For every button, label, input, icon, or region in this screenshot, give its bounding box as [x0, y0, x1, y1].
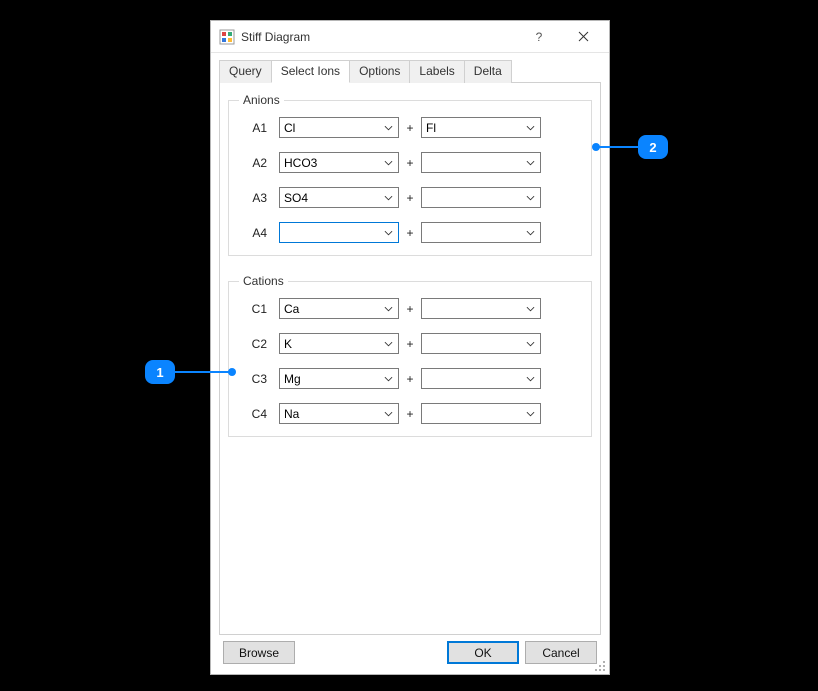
plus-label: +	[399, 372, 421, 386]
chevron-down-icon	[380, 125, 396, 131]
plus-label: +	[399, 156, 421, 170]
chevron-down-icon	[522, 195, 538, 201]
c4-primary-combo[interactable]: Na	[279, 403, 399, 424]
button-bar: Browse OK Cancel	[219, 635, 601, 666]
row-label: C4	[239, 407, 279, 421]
c2-secondary-combo[interactable]	[421, 333, 541, 354]
chevron-down-icon	[522, 411, 538, 417]
plus-label: +	[399, 337, 421, 351]
callout-dot	[228, 368, 236, 376]
chevron-down-icon	[522, 306, 538, 312]
row-label: A2	[239, 156, 279, 170]
chevron-down-icon	[380, 160, 396, 166]
browse-button[interactable]: Browse	[223, 641, 295, 664]
tab-delta[interactable]: Delta	[464, 60, 512, 83]
chevron-down-icon	[380, 230, 396, 236]
anion-row-a1: A1 Cl + Fl	[239, 117, 581, 138]
cation-row-c4: C4 Na +	[239, 403, 581, 424]
tab-labels[interactable]: Labels	[409, 60, 464, 83]
plus-label: +	[399, 226, 421, 240]
a3-secondary-combo[interactable]	[421, 187, 541, 208]
chevron-down-icon	[522, 125, 538, 131]
a1-primary-combo[interactable]: Cl	[279, 117, 399, 138]
tab-options[interactable]: Options	[349, 60, 410, 83]
cations-group: Cations C1 Ca + C2 K	[228, 274, 592, 437]
callout-badge-1: 1	[145, 360, 175, 384]
a3-primary-combo[interactable]: SO4	[279, 187, 399, 208]
tab-strip: Query Select Ions Options Labels Delta	[219, 59, 601, 83]
plus-label: +	[399, 407, 421, 421]
a4-secondary-combo[interactable]	[421, 222, 541, 243]
a2-primary-combo[interactable]: HCO3	[279, 152, 399, 173]
a2-secondary-combo[interactable]	[421, 152, 541, 173]
c1-primary-combo[interactable]: Ca	[279, 298, 399, 319]
chevron-down-icon	[522, 341, 538, 347]
chevron-down-icon	[522, 376, 538, 382]
anion-row-a2: A2 HCO3 +	[239, 152, 581, 173]
stiff-diagram-dialog: Stiff Diagram ? Query Select Ions Option…	[210, 20, 610, 675]
chevron-down-icon	[380, 376, 396, 382]
chevron-down-icon	[522, 160, 538, 166]
title-bar: Stiff Diagram ?	[211, 21, 609, 53]
a1-secondary-combo[interactable]: Fl	[421, 117, 541, 138]
anions-legend: Anions	[239, 93, 284, 107]
plus-label: +	[399, 191, 421, 205]
anion-row-a3: A3 SO4 +	[239, 187, 581, 208]
cation-row-c2: C2 K +	[239, 333, 581, 354]
chevron-down-icon	[380, 341, 396, 347]
window-title: Stiff Diagram	[241, 30, 310, 44]
chevron-down-icon	[380, 195, 396, 201]
client-area: Query Select Ions Options Labels Delta A…	[211, 53, 609, 674]
close-button[interactable]	[561, 22, 605, 52]
c3-primary-combo[interactable]: Mg	[279, 368, 399, 389]
resize-grip[interactable]	[594, 660, 606, 672]
callout-badge-2: 2	[638, 135, 668, 159]
app-icon	[219, 29, 235, 45]
tab-query[interactable]: Query	[219, 60, 272, 83]
plus-label: +	[399, 302, 421, 316]
cation-row-c1: C1 Ca +	[239, 298, 581, 319]
row-label: C2	[239, 337, 279, 351]
c2-primary-combo[interactable]: K	[279, 333, 399, 354]
anion-row-a4: A4 +	[239, 222, 581, 243]
row-label: C3	[239, 372, 279, 386]
ok-button[interactable]: OK	[447, 641, 519, 664]
callout-line	[598, 146, 638, 148]
cation-row-c3: C3 Mg +	[239, 368, 581, 389]
c1-secondary-combo[interactable]	[421, 298, 541, 319]
cancel-button[interactable]: Cancel	[525, 641, 597, 664]
chevron-down-icon	[380, 411, 396, 417]
c3-secondary-combo[interactable]	[421, 368, 541, 389]
a4-primary-combo[interactable]	[279, 222, 399, 243]
row-label: C1	[239, 302, 279, 316]
tab-page-select-ions: Anions A1 Cl + Fl A2 HCO	[219, 83, 601, 635]
row-label: A4	[239, 226, 279, 240]
help-button[interactable]: ?	[517, 22, 561, 52]
anions-group: Anions A1 Cl + Fl A2 HCO	[228, 93, 592, 256]
row-label: A3	[239, 191, 279, 205]
plus-label: +	[399, 121, 421, 135]
cations-legend: Cations	[239, 274, 288, 288]
c4-secondary-combo[interactable]	[421, 403, 541, 424]
tab-select-ions[interactable]: Select Ions	[271, 60, 350, 83]
row-label: A1	[239, 121, 279, 135]
chevron-down-icon	[380, 306, 396, 312]
callout-line	[175, 371, 230, 373]
chevron-down-icon	[522, 230, 538, 236]
